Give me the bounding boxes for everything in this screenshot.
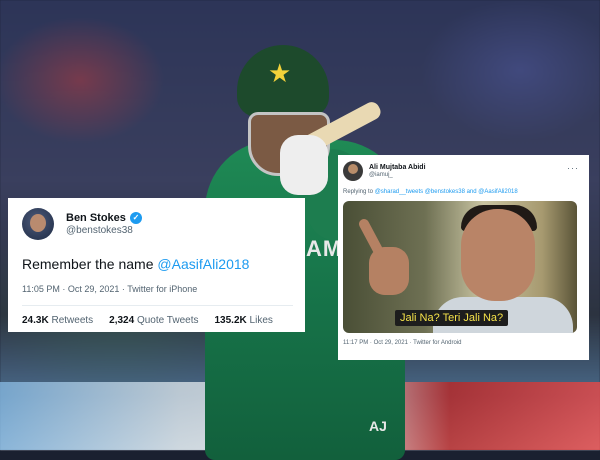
quotes-count: 2,324 (109, 315, 135, 326)
author-handle[interactable]: @benstokes38 (66, 225, 142, 236)
author-block: Ben Stokes ✓ @benstokes38 (66, 212, 142, 236)
jersey-lettering: AM (306, 236, 343, 261)
tweet-text: Remember the name @AasifAli2018 (22, 256, 293, 272)
star-icon: ★ (268, 58, 292, 88)
tweet-timestamp[interactable]: 11:17 PM · Oct 29, 2021 · Twitter for An… (343, 340, 583, 346)
avatar[interactable] (343, 161, 363, 181)
divider (22, 305, 293, 306)
meme-image[interactable]: Jali Na? Teri Jali Na? (343, 201, 577, 333)
likes-stat[interactable]: 135.2K Likes (215, 315, 273, 326)
batting-glove (280, 135, 328, 195)
quotes-label: Quote Tweets (136, 315, 199, 326)
meme-face (461, 209, 535, 301)
meme-caption: Jali Na? Teri Jali Na? (395, 310, 509, 326)
pointing-hand (369, 247, 409, 295)
retweets-label: Retweets (51, 315, 94, 326)
tweet-card-reply[interactable]: Ali Mujtaba Abidi @iamuj_ ··· Replying t… (338, 155, 589, 360)
avatar[interactable] (22, 208, 54, 240)
mention-link[interactable]: @AasifAli2018 (157, 256, 249, 272)
author-block: Ali Mujtaba Abidi @iamuj_ (369, 164, 426, 178)
likes-count: 135.2K (214, 315, 247, 326)
replying-to: Replying to @sharad__tweets @benstokes38… (343, 189, 583, 195)
author-name-row: Ben Stokes ✓ (66, 212, 142, 224)
author-display-name[interactable]: Ali Mujtaba Abidi (369, 164, 426, 171)
replying-to-mentions[interactable]: @sharad__tweets @benstokes38 and @AasifA… (375, 189, 518, 195)
verified-badge-icon: ✓ (129, 212, 142, 224)
author-handle[interactable]: @iamuj_ (369, 172, 426, 178)
more-options-icon[interactable]: ··· (567, 163, 579, 173)
tweet-timestamp[interactable]: 11:05 PM · Oct 29, 2021 · Twitter for iP… (22, 284, 293, 294)
shirt-logo: AJ (369, 418, 387, 434)
likes-label: Likes (249, 315, 273, 326)
quotes-stat[interactable]: 2,324 Quote Tweets (109, 315, 198, 326)
author-display-name[interactable]: Ben Stokes (66, 212, 126, 224)
tweet-header: Ali Mujtaba Abidi @iamuj_ ··· (343, 161, 583, 181)
tweet-header: Ben Stokes ✓ @benstokes38 (22, 208, 293, 240)
retweets-count: 24.3K (22, 315, 49, 326)
tweet-text-body: Remember the name (22, 256, 158, 272)
tweet-stats: 24.3K Retweets 2,324 Quote Tweets 135.2K… (22, 315, 293, 326)
replying-to-prefix: Replying to (343, 189, 375, 195)
tweet-card-main[interactable]: Ben Stokes ✓ @benstokes38 Remember the n… (8, 198, 305, 332)
retweets-stat[interactable]: 24.3K Retweets (22, 315, 93, 326)
